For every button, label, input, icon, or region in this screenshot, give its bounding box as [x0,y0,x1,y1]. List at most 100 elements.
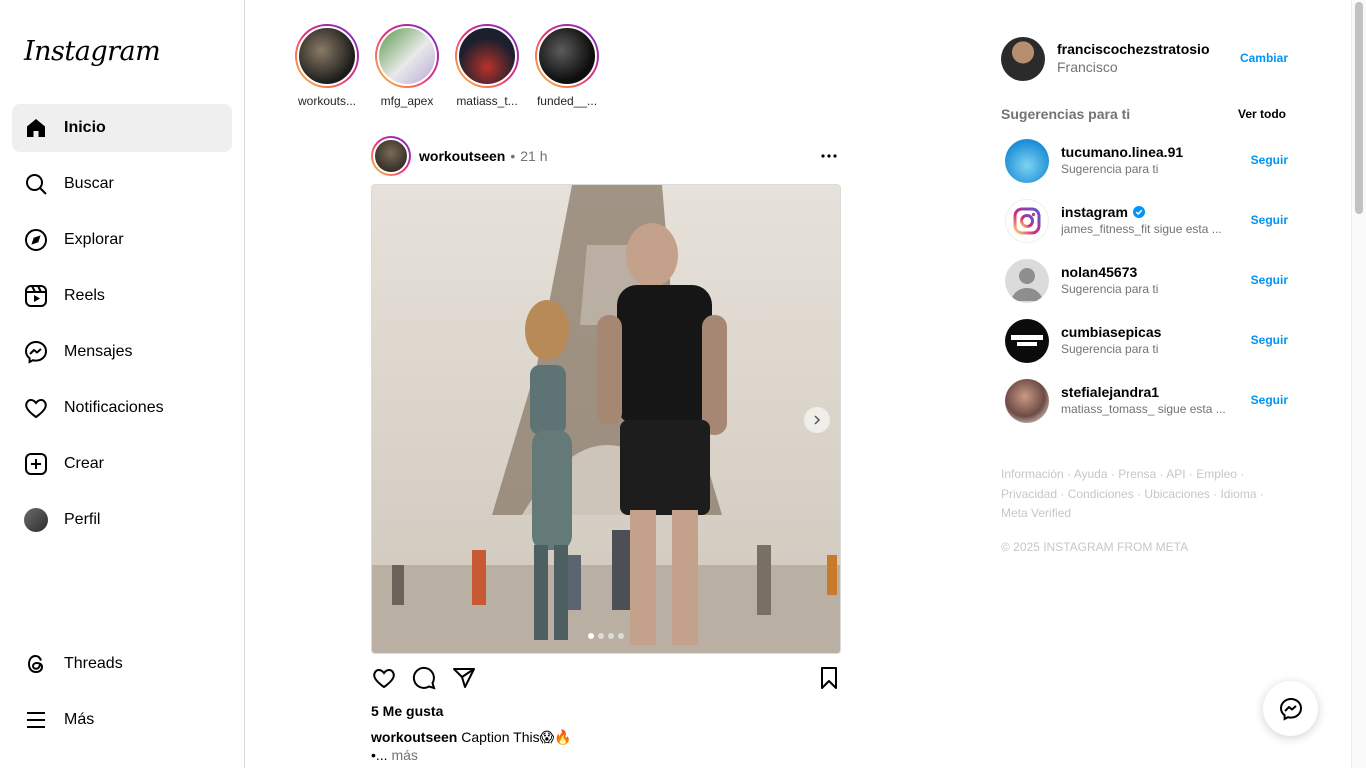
nav-label: Crear [64,455,105,472]
comment-icon[interactable] [411,664,437,692]
nav-item-reels[interactable]: Reels [12,272,232,320]
suggestion-username[interactable]: instagram [1061,204,1145,220]
footer-link[interactable]: Información [1001,467,1064,481]
home-icon [24,116,48,140]
profile-avatar [24,508,48,532]
nav-label: Notificaciones [64,399,164,416]
post-avatar[interactable] [371,136,411,176]
current-user: franciscochezstratosio Francisco Cambiar [1001,37,1289,81]
instagram-logo[interactable]: Instagram [24,36,161,67]
suggestion-username[interactable]: cumbiasepicas [1061,324,1161,340]
avatar[interactable] [1005,319,1049,363]
story-avatar [457,26,517,86]
switch-account-button[interactable]: Cambiar [1240,51,1288,65]
nav-label: Buscar [64,175,114,192]
footer-link[interactable]: Prensa [1118,467,1156,481]
story-name: workouts... [297,94,357,108]
nav-item-perfil[interactable]: Perfil [12,496,232,544]
suggestion-subtitle: matiass_tomass_ sigue esta ... [1061,402,1226,416]
suggestion-username[interactable]: nolan45673 [1061,264,1137,280]
post-time[interactable]: 21 h [520,148,547,164]
caption-username[interactable]: workoutseen [371,729,457,745]
messenger-icon [1279,697,1302,721]
follow-button[interactable]: Seguir [1251,153,1288,167]
footer-link[interactable]: Ayuda [1074,467,1108,481]
suggestion-item: instagram james_fitness_fit sigue esta .… [1005,199,1289,243]
nav-item-explorar[interactable]: Explorar [12,216,232,264]
share-icon[interactable] [451,664,477,692]
scrollbar[interactable] [1351,0,1366,768]
follow-button[interactable]: Seguir [1251,213,1288,227]
see-all-link[interactable]: Ver todo [1238,107,1286,121]
nav-item-crear[interactable]: Crear [12,440,232,488]
story-name: mfg_apex [380,94,434,108]
footer-link[interactable]: Empleo [1196,467,1237,481]
reels-icon [24,284,48,308]
story-avatar [537,26,597,86]
nav-label: Reels [64,287,105,304]
carousel-indicator [372,633,840,639]
heart-icon [24,396,48,420]
footer-link[interactable]: API [1166,467,1185,481]
footer-link[interactable]: Privacidad [1001,487,1057,501]
likes-count[interactable]: 5 Me gusta [371,703,443,719]
verified-badge-icon [1132,206,1145,218]
threads-icon [24,652,48,676]
story-name: matiass_t... [456,94,518,108]
caption-more: •... más [371,747,418,763]
avatar[interactable] [1001,37,1045,81]
avatar[interactable] [1005,259,1049,303]
suggestion-item: stefialejandra1 matiass_tomass_ sigue es… [1005,379,1289,423]
current-username[interactable]: franciscochezstratosio [1057,41,1210,57]
like-icon[interactable] [371,664,397,692]
nav-item-buscar[interactable]: Buscar [12,160,232,208]
story-avatar [377,26,437,86]
story-name: funded__... [536,94,598,108]
search-icon [24,172,48,196]
nav-item-mas[interactable]: Más [12,696,232,744]
post-image[interactable] [371,184,841,654]
more-options-icon[interactable] [817,144,841,168]
follow-button[interactable]: Seguir [1251,333,1288,347]
follow-button[interactable]: Seguir [1251,273,1288,287]
nav-item-notificaciones[interactable]: Notificaciones [12,384,232,432]
footer-link[interactable]: Meta Verified [1001,506,1071,520]
messenger-icon [24,340,48,364]
post-separator: • [510,148,516,164]
avatar[interactable] [1005,139,1049,183]
next-image-button[interactable] [804,407,830,433]
story-item[interactable]: workouts... [294,24,360,108]
suggestion-item: cumbiasepicas Sugerencia para ti Seguir [1005,319,1289,363]
current-name: Francisco [1057,59,1118,75]
story-item[interactable]: mfg_apex [374,24,440,108]
copyright: © 2025 INSTAGRAM FROM META [1001,540,1189,554]
nav-item-mensajes[interactable]: Mensajes [12,328,232,376]
post-username[interactable]: workoutseen [419,148,505,164]
suggestion-item: tucumano.linea.91 Sugerencia para ti Seg… [1005,139,1289,183]
post-header: workoutseen • 21 h [371,136,841,176]
footer-link[interactable]: Idioma [1220,487,1256,501]
footer-link[interactable]: Ubicaciones [1144,487,1209,501]
instagram-logo-icon[interactable] [1005,199,1049,243]
post-caption: workoutseen Caption This😱🔥 [371,729,572,746]
caption-more-link[interactable]: más [391,747,417,763]
caption-text: Caption This😱🔥 [461,729,572,745]
chevron-right-icon [814,415,821,425]
suggestion-subtitle: Sugerencia para ti [1061,282,1159,296]
nav-label: Explorar [64,231,124,248]
suggestion-username[interactable]: stefialejandra1 [1061,384,1159,400]
scrollbar-thumb[interactable] [1355,2,1363,214]
suggestion-username-text[interactable]: instagram [1061,204,1128,220]
story-item[interactable]: funded__... [534,24,600,108]
save-icon[interactable] [816,664,842,692]
follow-button[interactable]: Seguir [1251,393,1288,407]
nav-item-inicio[interactable]: Inicio [12,104,232,152]
messages-button[interactable] [1263,681,1318,736]
menu-icon [24,708,48,732]
nav-item-threads[interactable]: Threads [12,640,232,688]
story-item[interactable]: matiass_t... [454,24,520,108]
footer-link[interactable]: Condiciones [1068,487,1134,501]
avatar[interactable] [1005,379,1049,423]
nav-label: Inicio [64,119,106,136]
suggestion-username[interactable]: tucumano.linea.91 [1061,144,1183,160]
